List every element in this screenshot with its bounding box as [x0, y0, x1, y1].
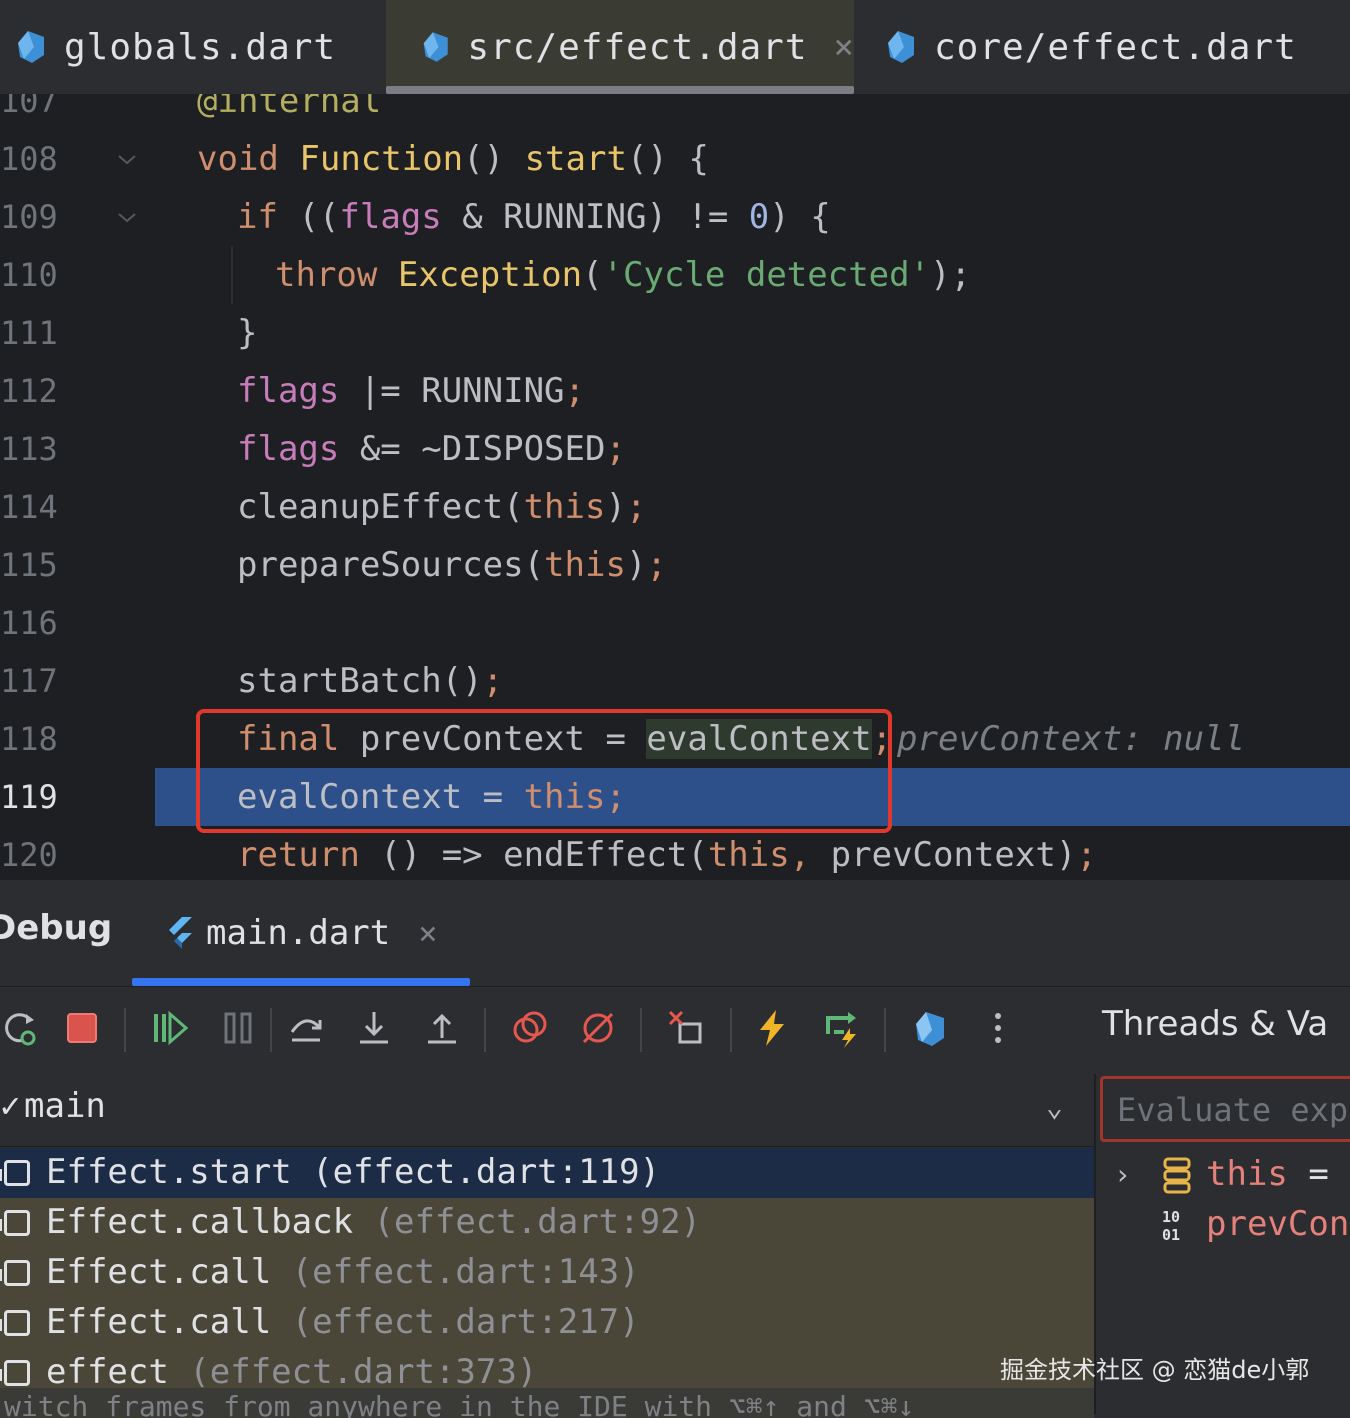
- step-over-icon[interactable]: [282, 1004, 330, 1052]
- toolbar-separator: [730, 1008, 732, 1052]
- drop-frame-icon[interactable]: [662, 1004, 710, 1052]
- line-number-gutter[interactable]: 107 108 109 110 111 112 113 114 115 116 …: [0, 94, 155, 880]
- frames-panel: ✓ main ⌄ Effect.start (effect.dart:119) …: [0, 1074, 1094, 1418]
- debug-tab-bar: Debug main.dart ×: [0, 880, 1350, 987]
- mute-breakpoints-icon[interactable]: [574, 1004, 622, 1052]
- fold-chevron-icon[interactable]: [116, 188, 138, 246]
- thread-selector[interactable]: ✓ main ⌄: [0, 1074, 1094, 1147]
- toolbar-separator: [124, 1008, 126, 1052]
- svg-text:10: 10: [1162, 1208, 1180, 1226]
- stop-icon[interactable]: [58, 1004, 106, 1052]
- code-line-112: flags |= RUNNING;: [237, 371, 586, 411]
- dart-file-icon: [423, 32, 448, 62]
- hot-restart-icon[interactable]: [816, 1004, 864, 1052]
- tab-label: globals.dart: [64, 26, 337, 68]
- object-icon: [1163, 1157, 1191, 1194]
- flutter-icon: [169, 917, 192, 949]
- annotation-red-box: [196, 709, 892, 833]
- inline-value-hint: prevContext: null: [897, 719, 1245, 759]
- frame-icon: [0, 1160, 30, 1186]
- code-editor[interactable]: 107 108 109 110 111 112 113 114 115 116 …: [0, 94, 1350, 880]
- tab-core-effect-dart[interactable]: core/effect.dart: [884, 0, 1324, 94]
- code-line-115: prepareSources(this);: [237, 545, 667, 585]
- current-line-number: 119: [0, 778, 58, 816]
- tab-globals-dart[interactable]: globals.dart: [14, 0, 374, 94]
- toolbar-separator: [884, 1008, 886, 1052]
- toolbar-separator: [640, 1008, 642, 1052]
- tab-label: core/effect.dart: [934, 26, 1297, 68]
- active-tab-indicator: [132, 978, 470, 986]
- line-number: 117: [0, 662, 58, 700]
- line-number: 118: [0, 720, 58, 758]
- dart-file-icon: [888, 31, 914, 63]
- code-line-117: startBatch();: [237, 661, 504, 701]
- variable-row[interactable]: › this =: [1096, 1150, 1350, 1202]
- evaluate-expression-field[interactable]: Evaluate expr: [1100, 1076, 1350, 1142]
- more-options-icon[interactable]: [974, 1004, 1022, 1052]
- active-tab-indicator: [386, 86, 854, 94]
- toolbar-separator: [270, 1008, 272, 1052]
- toolbar-separator: [484, 1008, 486, 1052]
- line-number: 113: [0, 430, 58, 468]
- step-into-icon[interactable]: [350, 1004, 398, 1052]
- line-number: 115: [0, 546, 58, 584]
- stack-frame[interactable]: Effect.callback (effect.dart:92): [0, 1198, 1094, 1248]
- frame-icon: [0, 1260, 30, 1286]
- view-breakpoints-icon[interactable]: [506, 1004, 554, 1052]
- chevron-down-icon[interactable]: ⌄: [1046, 1090, 1063, 1123]
- thread-name: main: [24, 1086, 106, 1126]
- line-number: 109: [0, 198, 58, 236]
- hot-reload-icon[interactable]: [748, 1004, 796, 1052]
- code-line-113: flags &= ~DISPOSED;: [237, 429, 626, 469]
- session-tab-label: main.dart: [206, 913, 391, 953]
- code-line-108: void Function() start() {: [197, 139, 709, 179]
- code-line-111: }: [237, 313, 258, 353]
- threads-and-variables-label: Threads & Va: [1102, 1004, 1329, 1044]
- close-icon[interactable]: ×: [418, 914, 437, 952]
- debug-tool-window: Debug main.dart × Threads & Va ✓ main ⌄ …: [0, 880, 1350, 1418]
- fold-chevron-icon[interactable]: [116, 130, 138, 188]
- line-number: 112: [0, 372, 58, 410]
- tab-src-effect-dart[interactable]: src/effect.dart ×: [386, 0, 854, 94]
- pause-icon[interactable]: [214, 1004, 262, 1052]
- dart-devtools-icon[interactable]: [906, 1004, 954, 1052]
- close-icon[interactable]: ×: [834, 27, 854, 67]
- debug-title: Debug: [0, 908, 113, 948]
- watermark: 掘金技术社区 @ 恋猫de小郭: [1000, 1356, 1310, 1384]
- line-number: 120: [0, 836, 58, 874]
- svg-text:01: 01: [1162, 1226, 1180, 1244]
- chevron-right-icon[interactable]: ›: [1114, 1158, 1131, 1191]
- stack-frame[interactable]: Effect.call (effect.dart:217): [0, 1298, 1094, 1348]
- line-number: 110: [0, 256, 58, 294]
- editor-tab-bar: globals.dart src/effect.dart × core/effe…: [0, 0, 1350, 95]
- tab-label: src/effect.dart: [467, 26, 808, 68]
- code-line-110: throw Exception('Cycle detected');: [275, 255, 972, 295]
- code-line-109: if ((flags & RUNNING) != 0) {: [237, 197, 831, 237]
- stack-frame[interactable]: Effect.start (effect.dart:119): [0, 1148, 1094, 1198]
- code-line-120: return () => endEffect(this, prevContext…: [237, 835, 1097, 875]
- code-line-107: @internal: [197, 94, 382, 121]
- debug-session-tab[interactable]: main.dart ×: [132, 880, 470, 986]
- line-number: 114: [0, 488, 58, 526]
- frame-icon: [0, 1310, 30, 1336]
- frame-icon: [0, 1360, 30, 1386]
- stack-frame[interactable]: Effect.call (effect.dart:143): [0, 1248, 1094, 1298]
- rerun-icon[interactable]: [0, 1004, 44, 1052]
- frame-icon: [0, 1210, 30, 1236]
- code-line-114: cleanupEffect(this);: [237, 487, 647, 527]
- binary-icon: 10 01: [1162, 1208, 1180, 1244]
- thread-status-icon: ✓: [0, 1086, 21, 1126]
- dart-file-icon: [18, 31, 44, 63]
- line-number: 107: [0, 94, 58, 120]
- resume-icon[interactable]: [146, 1004, 194, 1052]
- step-out-icon[interactable]: [418, 1004, 466, 1052]
- line-number: 111: [0, 314, 58, 352]
- stack-frame[interactable]: effect (effect.dart:373): [0, 1348, 1094, 1392]
- line-number: 108: [0, 140, 58, 178]
- line-number: 116: [0, 604, 58, 642]
- variable-row[interactable]: 10 01 prevCon: [1096, 1200, 1350, 1252]
